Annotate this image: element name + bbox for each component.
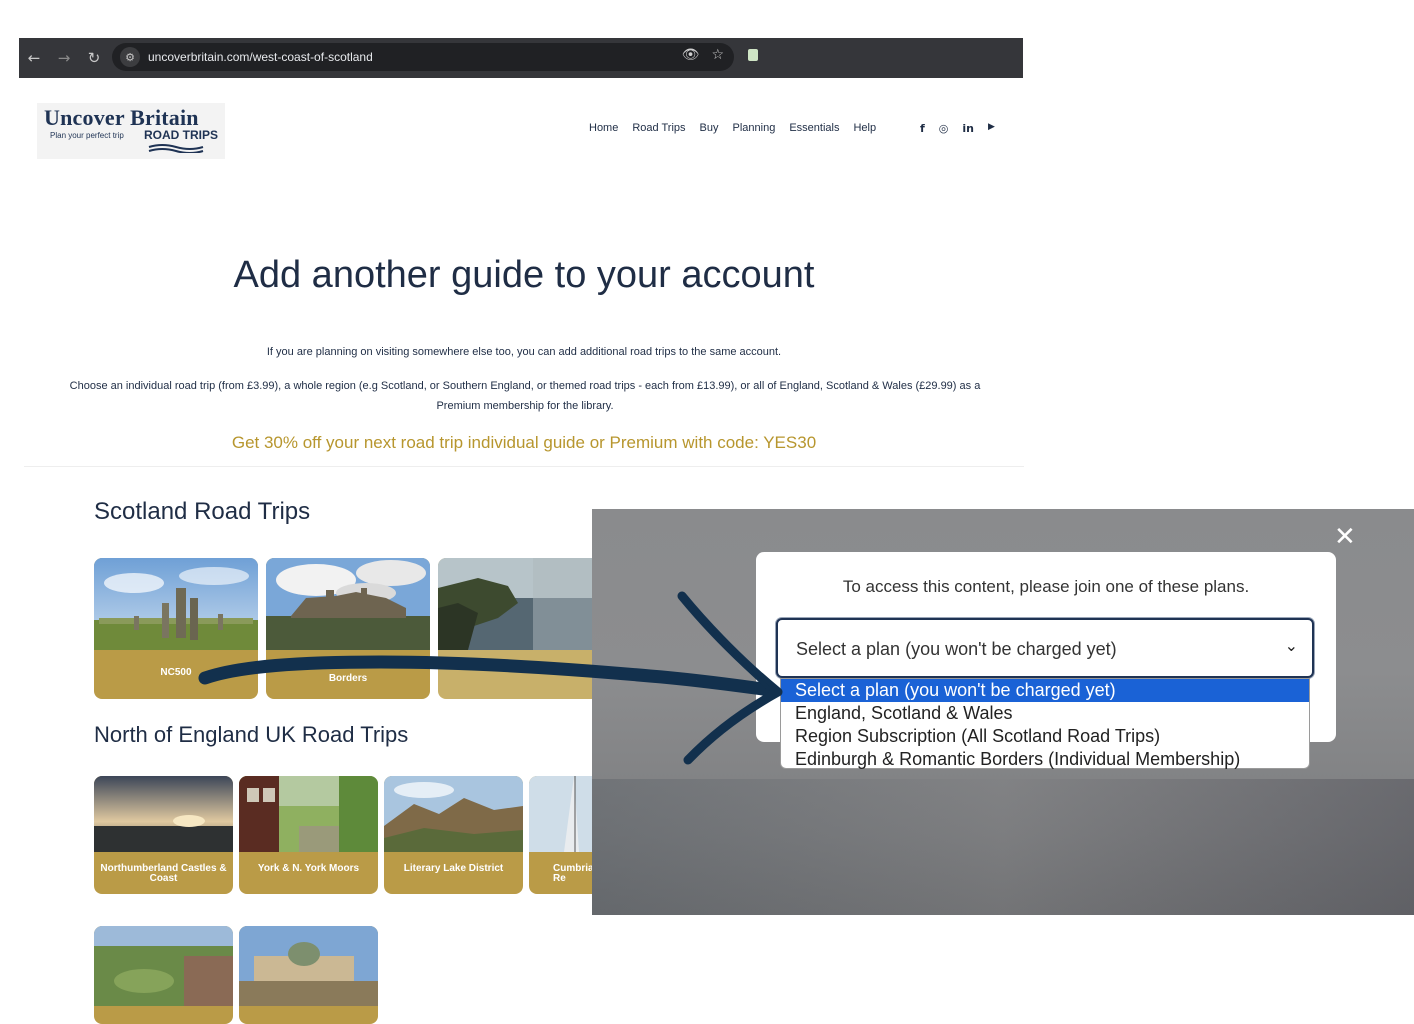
card-label: Borders xyxy=(328,673,368,684)
sunset-coast-photo xyxy=(94,776,233,852)
plan-dropdown-list: Select a plan (you won't be charged yet)… xyxy=(780,678,1310,769)
forward-icon[interactable]: → xyxy=(49,43,79,73)
steam-train-photo xyxy=(239,776,378,852)
nav-essentials[interactable]: Essentials xyxy=(789,122,839,134)
scotland-section-title: Scotland Road Trips xyxy=(94,498,311,525)
road-trip-card[interactable] xyxy=(438,558,602,699)
plan-select-value: Select a plan (you won't be charged yet) xyxy=(796,639,1117,659)
intro-text: If you are planning on visiting somewher… xyxy=(266,346,782,358)
road-trip-card[interactable]: Northumberland Castles & Coast xyxy=(94,776,233,894)
address-bar[interactable]: ⚙ uncoverbritain.com/west-coast-of-scotl… xyxy=(112,43,734,71)
social-links: f ◎ in ▶ xyxy=(920,122,995,135)
road-trip-card[interactable]: Borders xyxy=(266,558,430,699)
city-hall-photo xyxy=(239,926,378,1006)
aerial-town-photo xyxy=(94,926,233,1006)
promo-code-text: Get 30% off your next road trip individu… xyxy=(231,433,817,452)
main-nav: Home Road Trips Buy Planning Essentials … xyxy=(589,122,876,134)
youtube-icon[interactable]: ▶ xyxy=(988,122,995,135)
url-text[interactable]: uncoverbritain.com/west-coast-of-scotlan… xyxy=(148,50,373,64)
lighthouse-coast-photo xyxy=(438,558,602,650)
divider xyxy=(24,466,1024,467)
card-label: York & N. York Moors xyxy=(257,863,360,874)
modal-message: To access this content, please join one … xyxy=(842,577,1250,596)
lake-district-photo xyxy=(384,776,523,852)
nav-buy[interactable]: Buy xyxy=(700,122,719,134)
road-trip-card[interactable]: Literary Lake District xyxy=(384,776,523,894)
page-title: Add another guide to your account xyxy=(233,254,815,296)
close-icon[interactable]: ✕ xyxy=(1334,524,1356,550)
logo-tagline: Plan your perfect trip xyxy=(50,131,124,140)
back-icon[interactable]: ← xyxy=(19,43,49,73)
road-trip-card[interactable] xyxy=(94,926,233,1024)
plan-option[interactable]: England, Scotland & Wales xyxy=(781,702,1309,725)
standing-stones-photo xyxy=(94,558,258,650)
road-trip-card[interactable]: NC500 xyxy=(94,558,258,699)
nav-home[interactable]: Home xyxy=(589,122,618,134)
card-label: Literary Lake District xyxy=(403,863,504,874)
plan-option[interactable]: Select a plan (you won't be charged yet) xyxy=(781,679,1309,702)
card-label: Northumberland Castles & Coast xyxy=(100,863,227,884)
extension-icon[interactable] xyxy=(748,49,758,61)
road-trip-card[interactable]: York & N. York Moors xyxy=(239,776,378,894)
reload-icon[interactable]: ↻ xyxy=(79,43,109,73)
plan-option[interactable]: Region Subscription (All Scotland Road T… xyxy=(781,725,1309,748)
road-trip-card[interactable]: Cumbria Re xyxy=(529,776,599,894)
chevron-down-icon: ⌄ xyxy=(1284,636,1298,655)
sailing-boat-photo xyxy=(529,776,599,852)
plan-select[interactable]: Select a plan (you won't be charged yet)… xyxy=(776,618,1314,678)
linkedin-icon[interactable]: in xyxy=(962,122,974,135)
instagram-icon[interactable]: ◎ xyxy=(939,122,949,135)
wave-icon xyxy=(148,144,204,153)
backdrop-blur xyxy=(592,779,1414,915)
card-label: NC500 xyxy=(160,667,192,678)
eye-off-icon[interactable]: 👁 xyxy=(682,47,700,63)
road-trip-card[interactable] xyxy=(239,926,378,1024)
nav-planning[interactable]: Planning xyxy=(733,122,776,134)
nav-help[interactable]: Help xyxy=(853,122,876,134)
bookmark-star-icon[interactable]: ☆ xyxy=(711,47,724,63)
site-info-icon[interactable]: ⚙ xyxy=(120,47,140,67)
castle-photo xyxy=(266,558,430,650)
browser-toolbar: ← → ↻ ⚙ uncoverbritain.com/west-coast-of… xyxy=(19,38,1023,78)
facebook-icon[interactable]: f xyxy=(920,122,925,135)
north-england-section-title: North of England UK Road Trips xyxy=(94,722,409,747)
logo-road-trips: ROAD TRIPS xyxy=(144,128,219,142)
nav-road-trips[interactable]: Road Trips xyxy=(632,122,685,134)
card-label: Cumbria Re xyxy=(553,863,594,884)
site-logo[interactable]: Uncover Britain Plan your perfect trip R… xyxy=(37,103,225,159)
pricing-text: Choose an individual road trip (from £3.… xyxy=(69,380,981,412)
plan-option[interactable]: Edinburgh & Romantic Borders (Individual… xyxy=(781,748,1309,771)
